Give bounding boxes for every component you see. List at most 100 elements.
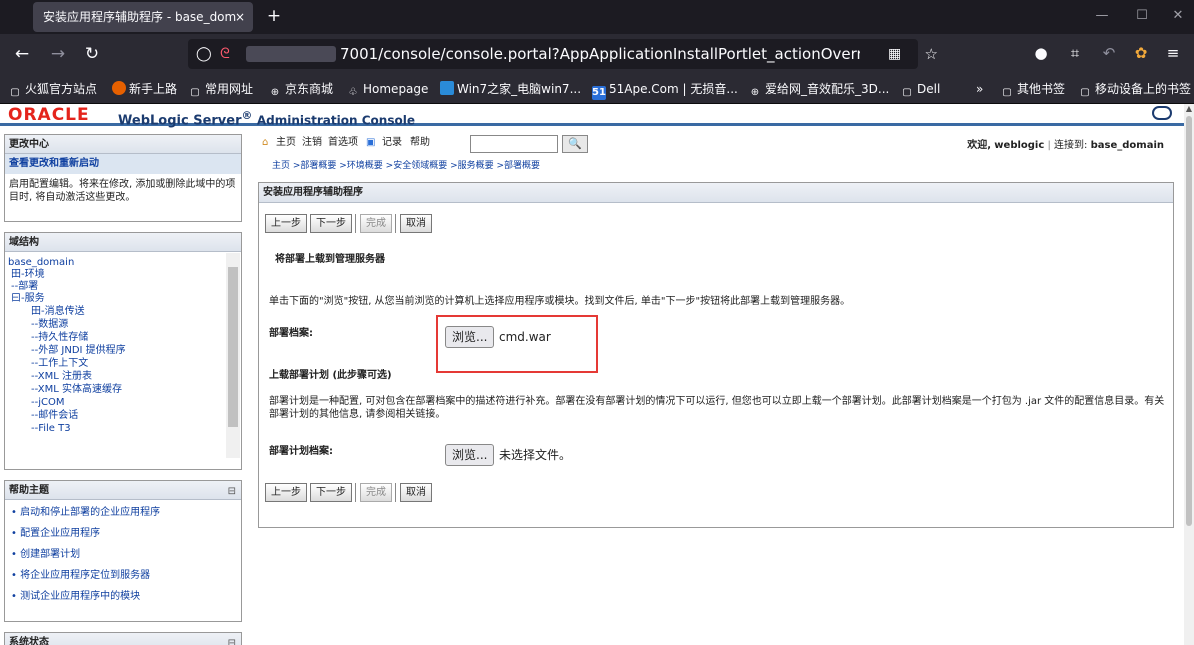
bookmarks-more[interactable]: » xyxy=(976,80,983,98)
view-changes-link[interactable]: 查看更改和重新启动 xyxy=(5,154,241,174)
tree-node[interactable]: --工作上下文 xyxy=(31,357,88,370)
folder-icon: ▢ xyxy=(1002,87,1012,98)
tree-node[interactable]: 田-消息传送 xyxy=(31,305,85,318)
next-button[interactable]: 下一步 xyxy=(310,214,352,233)
bookmark-item[interactable]: ▢ 火狐官方站点 xyxy=(8,80,97,100)
tree-node[interactable]: --外部 JNDI 提供程序 xyxy=(31,344,126,357)
tree-node[interactable]: --持久性存储 xyxy=(31,331,88,344)
breadcrumb[interactable]: 主页 >部署概要 >环境概要 >安全领域概要 >服务概要 >部署概要 xyxy=(272,158,540,171)
page-scrollbar[interactable]: ▲ xyxy=(1184,104,1194,645)
account-icon[interactable]: ● xyxy=(1030,42,1052,64)
folder-icon: ▢ xyxy=(10,87,20,98)
help-link[interactable]: • 测试企业应用程序中的模块 xyxy=(5,590,241,603)
collapse-icon[interactable]: ⊟ xyxy=(228,482,236,501)
scrollbar-thumb[interactable] xyxy=(228,267,238,427)
archive-label: 部署档案: xyxy=(269,328,313,339)
finish-button[interactable]: 完成 xyxy=(360,483,392,502)
tree-node[interactable]: --jCOM xyxy=(31,396,64,409)
help-link[interactable]: • 配置企业应用程序 xyxy=(5,527,241,540)
system-status-panel: 系统状态 ⊟ xyxy=(4,632,242,645)
firefox-icon xyxy=(112,81,126,95)
preferences-link[interactable]: 首选项 xyxy=(328,136,358,150)
panel-title: 更改中心 xyxy=(5,135,241,154)
bookmark-item[interactable]: ⊕ 爱给网_音效配乐_3D... xyxy=(748,80,890,100)
collapse-icon[interactable]: ⊟ xyxy=(228,634,236,645)
page-content: ORACLE WebLogic Server® Administration C… xyxy=(0,104,1184,645)
panel-title: 系统状态 ⊟ xyxy=(5,633,241,645)
plan-browse-button[interactable]: 浏览... xyxy=(445,444,495,466)
tree-node[interactable]: --XML 注册表 xyxy=(31,370,92,383)
crop-icon[interactable]: ⌗ xyxy=(1064,42,1086,64)
bookmark-item[interactable]: ♧ Homepage xyxy=(346,80,429,100)
tree-node[interactable]: 曰-服务 xyxy=(11,292,45,305)
oracle-ring-icon xyxy=(1152,106,1172,120)
bookmark-item[interactable]: 51 51Ape.Com | 无损音... xyxy=(592,80,738,100)
help-link[interactable]: • 启动和停止部署的企业应用程序 xyxy=(5,506,241,519)
window-close-icon[interactable]: ✕ xyxy=(1166,6,1190,26)
tree-node[interactable]: --XML 实体高速缓存 xyxy=(31,383,122,396)
bookmark-item[interactable]: ▢ Dell xyxy=(900,80,940,100)
finish-button[interactable]: 完成 xyxy=(360,214,392,233)
tree-node[interactable]: --File T3 xyxy=(31,422,71,435)
browser-tab-bar: 安装应用程序辅助程序 - base_dom × + — ☐ ✕ xyxy=(0,0,1194,34)
cancel-button[interactable]: 取消 xyxy=(400,214,432,233)
plan-heading: 上载部署计划 (此步骤可选) xyxy=(269,370,392,381)
help-link[interactable]: • 创建部署计划 xyxy=(5,548,241,561)
bookmark-item[interactable]: 新手上路 xyxy=(112,80,177,98)
globe-icon: ⊕ xyxy=(270,87,280,98)
insecure-lock-icon[interactable]: ᘓ xyxy=(220,39,230,69)
bookmark-item[interactable]: ⊕ 京东商城 xyxy=(268,80,333,100)
minimize-icon[interactable]: — xyxy=(1090,6,1114,26)
reload-icon[interactable]: ↻ xyxy=(80,43,104,65)
search-input[interactable] xyxy=(470,135,558,153)
win7-icon xyxy=(440,81,454,95)
tree-node[interactable]: --邮件会话 xyxy=(31,409,78,422)
record-link[interactable]: 记录 xyxy=(382,136,402,150)
browser-tab[interactable]: 安装应用程序辅助程序 - base_dom × xyxy=(33,2,253,32)
back-button[interactable]: 上一步 xyxy=(265,214,307,233)
search-icon[interactable]: 🔍 xyxy=(562,135,588,153)
bookmark-item[interactable]: ▢ 常用网址 xyxy=(188,80,253,100)
qr-code-icon[interactable]: ▦ xyxy=(888,39,901,69)
shield-icon[interactable]: ◯ xyxy=(196,39,212,69)
plan-file-status: 未选择文件。 xyxy=(499,448,572,462)
cancel-button[interactable]: 取消 xyxy=(400,483,432,502)
install-wizard-panel: 安装应用程序辅助程序 上一步 下一步 完成 取消 将部署上载到管理服务器 单击下面的"… xyxy=(258,182,1174,528)
bookmark-star-icon[interactable]: ☆ xyxy=(925,39,938,69)
maximize-icon[interactable]: ☐ xyxy=(1130,6,1154,26)
undo-icon[interactable]: ↶ xyxy=(1098,42,1120,64)
next-button[interactable]: 下一步 xyxy=(310,483,352,502)
help-topics-panel: 帮助主题 ⊟ • 启动和停止部署的企业应用程序 • 配置企业应用程序 • 创建部署… xyxy=(4,480,242,622)
back-button[interactable]: 上一步 xyxy=(265,483,307,502)
home-link[interactable]: 主页 xyxy=(276,136,296,150)
address-bar[interactable]: ◯ ᘓ 7001/console/console.portal?AppAppli… xyxy=(188,39,938,69)
close-icon[interactable]: × xyxy=(235,2,245,32)
menu-icon[interactable]: ≡ xyxy=(1162,42,1184,64)
wizard-title: 安装应用程序辅助程序 xyxy=(259,183,1173,203)
divider xyxy=(355,214,356,233)
back-arrow-icon[interactable]: ← xyxy=(10,43,34,65)
tree-node[interactable]: --数据源 xyxy=(31,318,68,331)
home-icon[interactable]: ⌂ xyxy=(262,136,268,150)
logout-link[interactable]: 注销 xyxy=(302,136,322,150)
folder-icon: ▢ xyxy=(902,87,912,98)
domain-structure-panel: 域结构 base_domain 田-环境 --部署 曰-服务 田-消息传送 --… xyxy=(4,232,242,470)
highlight-annotation xyxy=(436,315,598,373)
mobile-bookmarks[interactable]: ▢ 移动设备上的书签 xyxy=(1078,80,1191,100)
help-link[interactable]: • 将企业应用程序定位到服务器 xyxy=(5,569,241,582)
help-link[interactable]: 帮助 xyxy=(410,136,430,150)
divider xyxy=(395,214,396,233)
redacted-host xyxy=(246,46,336,62)
new-tab-button[interactable]: + xyxy=(264,6,284,26)
scrollbar-thumb[interactable] xyxy=(1186,116,1192,526)
welcome-text: 欢迎, weblogic | 连接到: base_domain xyxy=(967,140,1164,151)
scroll-up-icon[interactable]: ▲ xyxy=(1184,104,1194,113)
extension-icon[interactable]: ✿ xyxy=(1130,42,1152,64)
bookmark-item[interactable]: Win7之家_电脑win7... xyxy=(440,80,581,98)
bookmarks-bar: ▢ 火狐官方站点 新手上路 ▢ 常用网址 ⊕ 京东商城 ♧ Homepage Win7之… xyxy=(0,74,1194,104)
forward-arrow-icon[interactable]: → xyxy=(46,43,70,65)
other-bookmarks[interactable]: ▢ 其他书签 xyxy=(1000,80,1065,100)
tree-scrollbar[interactable] xyxy=(226,253,240,458)
record-icon[interactable]: ▣ xyxy=(366,136,375,150)
leaf-icon: ♧ xyxy=(348,87,358,98)
